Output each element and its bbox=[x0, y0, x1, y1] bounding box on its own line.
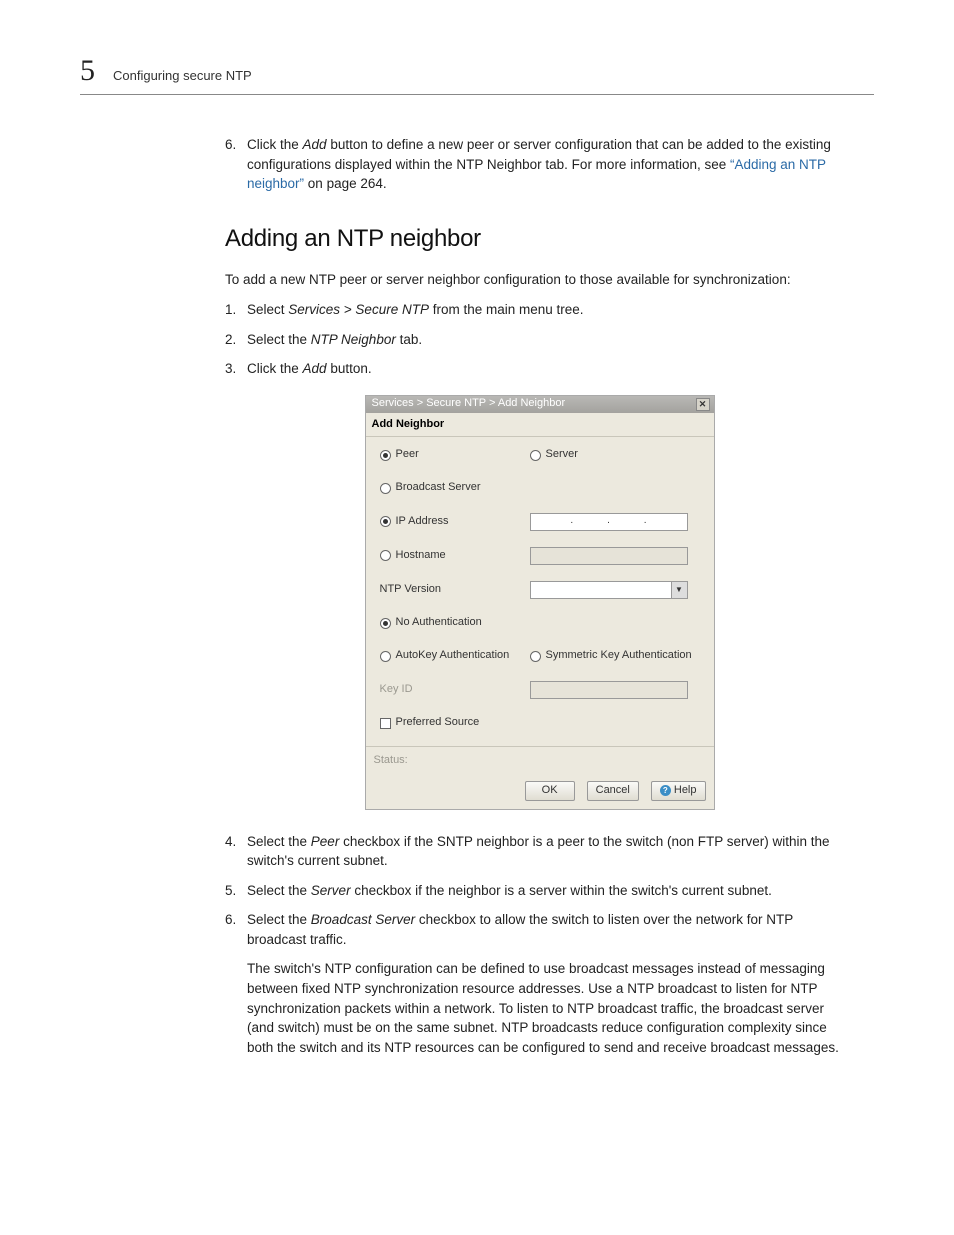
ntp-version-label: NTP Version bbox=[380, 582, 442, 598]
row-peer-server: Peer Server bbox=[380, 447, 702, 464]
step-1: 1. Select Services > Secure NTP from the… bbox=[225, 300, 854, 320]
emphasis: Server bbox=[311, 883, 351, 898]
text-fragment: Click the bbox=[247, 137, 303, 152]
dialog-body: Peer Server Broadcast Server bbox=[366, 437, 714, 746]
peer-radio[interactable] bbox=[380, 450, 391, 461]
ip-dot: . bbox=[570, 514, 573, 529]
text-fragment: Select bbox=[247, 302, 288, 317]
ok-button[interactable]: OK bbox=[525, 781, 575, 801]
row-key-id: Key ID bbox=[380, 681, 702, 699]
page-header: 5 Configuring secure NTP bbox=[80, 54, 874, 95]
no-auth-radio[interactable] bbox=[380, 618, 391, 629]
row-broadcast: Broadcast Server bbox=[380, 480, 702, 497]
steps-bottom-list: 4. Select the Peer checkbox if the SNTP … bbox=[225, 832, 854, 1058]
section-title: Adding an NTP neighbor bbox=[225, 222, 854, 257]
row-preferred: Preferred Source bbox=[380, 715, 702, 732]
step-number: 3. bbox=[225, 359, 236, 379]
text-fragment: Select the bbox=[247, 883, 311, 898]
emphasis: Add bbox=[303, 361, 327, 376]
status-label: Status: bbox=[374, 754, 408, 766]
intro-step-6: 6. Click the Add button to define a new … bbox=[225, 135, 854, 194]
cancel-button-label: Cancel bbox=[596, 783, 630, 799]
help-button[interactable]: ? Help bbox=[651, 781, 706, 801]
no-auth-label: No Authentication bbox=[396, 615, 482, 631]
broadcast-radio[interactable] bbox=[380, 483, 391, 494]
chapter-number: 5 bbox=[80, 54, 95, 88]
ntp-version-select[interactable]: ▼ bbox=[530, 581, 688, 599]
autokey-radio[interactable] bbox=[380, 651, 391, 662]
step-number: 2. bbox=[225, 330, 236, 350]
step-4: 4. Select the Peer checkbox if the SNTP … bbox=[225, 832, 854, 871]
dialog-button-row: OK Cancel ? Help bbox=[366, 775, 714, 809]
text-fragment: on page 264. bbox=[304, 176, 387, 191]
row-ntp-version: NTP Version ▼ bbox=[380, 581, 702, 599]
ok-button-label: OK bbox=[542, 783, 558, 799]
text-fragment: checkbox if the neighbor is a server wit… bbox=[351, 883, 772, 898]
dialog-figure: Services > Secure NTP > Add Neighbor ✕ A… bbox=[225, 395, 854, 810]
emphasis: Services > Secure NTP bbox=[288, 302, 429, 317]
steps-top-list: 1. Select Services > Secure NTP from the… bbox=[225, 300, 854, 379]
step-3: 3. Click the Add button. bbox=[225, 359, 854, 379]
emphasis: Peer bbox=[311, 834, 340, 849]
chevron-down-icon: ▼ bbox=[671, 582, 687, 598]
text-fragment: Select the bbox=[247, 834, 311, 849]
emphasis: NTP Neighbor bbox=[311, 332, 396, 347]
dialog-section-title: Add Neighbor bbox=[366, 413, 714, 437]
server-radio[interactable] bbox=[530, 450, 541, 461]
hostname-label: Hostname bbox=[396, 548, 446, 564]
ip-dot: . bbox=[607, 514, 610, 529]
preferred-label: Preferred Source bbox=[396, 715, 480, 731]
step-number: 4. bbox=[225, 832, 236, 852]
row-auth-options: AutoKey Authentication Symmetric Key Aut… bbox=[380, 648, 702, 665]
intro-step-list: 6. Click the Add button to define a new … bbox=[225, 135, 854, 194]
text-fragment: Click the bbox=[247, 361, 303, 376]
add-neighbor-dialog: Services > Secure NTP > Add Neighbor ✕ A… bbox=[365, 395, 715, 810]
help-icon: ? bbox=[660, 785, 671, 796]
text-fragment: Select the bbox=[247, 332, 311, 347]
ip-address-input[interactable]: . . . bbox=[530, 513, 688, 531]
symkey-label: Symmetric Key Authentication bbox=[546, 648, 692, 664]
step-number: 6. bbox=[225, 135, 236, 155]
hostname-radio[interactable] bbox=[380, 550, 391, 561]
close-icon[interactable]: ✕ bbox=[696, 398, 710, 411]
autokey-label: AutoKey Authentication bbox=[396, 648, 510, 664]
text-fragment: tab. bbox=[396, 332, 422, 347]
text-fragment: from the main menu tree. bbox=[429, 302, 584, 317]
step-6: 6. Select the Broadcast Server checkbox … bbox=[225, 910, 854, 1057]
step-5: 5. Select the Server checkbox if the nei… bbox=[225, 881, 854, 901]
row-no-auth: No Authentication bbox=[380, 615, 702, 632]
text-fragment: button. bbox=[327, 361, 372, 376]
ip-radio[interactable] bbox=[380, 516, 391, 527]
server-label: Server bbox=[546, 447, 578, 463]
peer-label: Peer bbox=[396, 447, 419, 463]
status-row: Status: bbox=[366, 746, 714, 775]
text-fragment: Select the bbox=[247, 912, 311, 927]
emphasis: Add bbox=[303, 137, 327, 152]
cancel-button[interactable]: Cancel bbox=[587, 781, 639, 801]
header-title: Configuring secure NTP bbox=[113, 68, 252, 83]
row-hostname: Hostname bbox=[380, 547, 702, 565]
dialog-titlebar: Services > Secure NTP > Add Neighbor ✕ bbox=[366, 396, 714, 413]
step-number: 1. bbox=[225, 300, 236, 320]
ip-dot: . bbox=[644, 514, 647, 529]
symkey-radio[interactable] bbox=[530, 651, 541, 662]
hostname-input[interactable] bbox=[530, 547, 688, 565]
broadcast-label: Broadcast Server bbox=[396, 480, 481, 496]
dialog-breadcrumb: Services > Secure NTP > Add Neighbor bbox=[372, 396, 566, 412]
help-button-label: Help bbox=[674, 783, 697, 799]
preferred-checkbox[interactable] bbox=[380, 718, 391, 729]
ip-label: IP Address bbox=[396, 514, 449, 530]
step-number: 6. bbox=[225, 910, 236, 930]
key-id-input[interactable] bbox=[530, 681, 688, 699]
step-6-paragraph: The switch's NTP configuration can be de… bbox=[247, 959, 854, 1057]
step-number: 5. bbox=[225, 881, 236, 901]
emphasis: Broadcast Server bbox=[311, 912, 415, 927]
step-2: 2. Select the NTP Neighbor tab. bbox=[225, 330, 854, 350]
row-ip: IP Address . . . bbox=[380, 513, 702, 531]
section-intro: To add a new NTP peer or server neighbor… bbox=[225, 270, 854, 290]
page-content: 6. Click the Add button to define a new … bbox=[225, 135, 854, 1067]
key-id-label: Key ID bbox=[380, 682, 413, 698]
